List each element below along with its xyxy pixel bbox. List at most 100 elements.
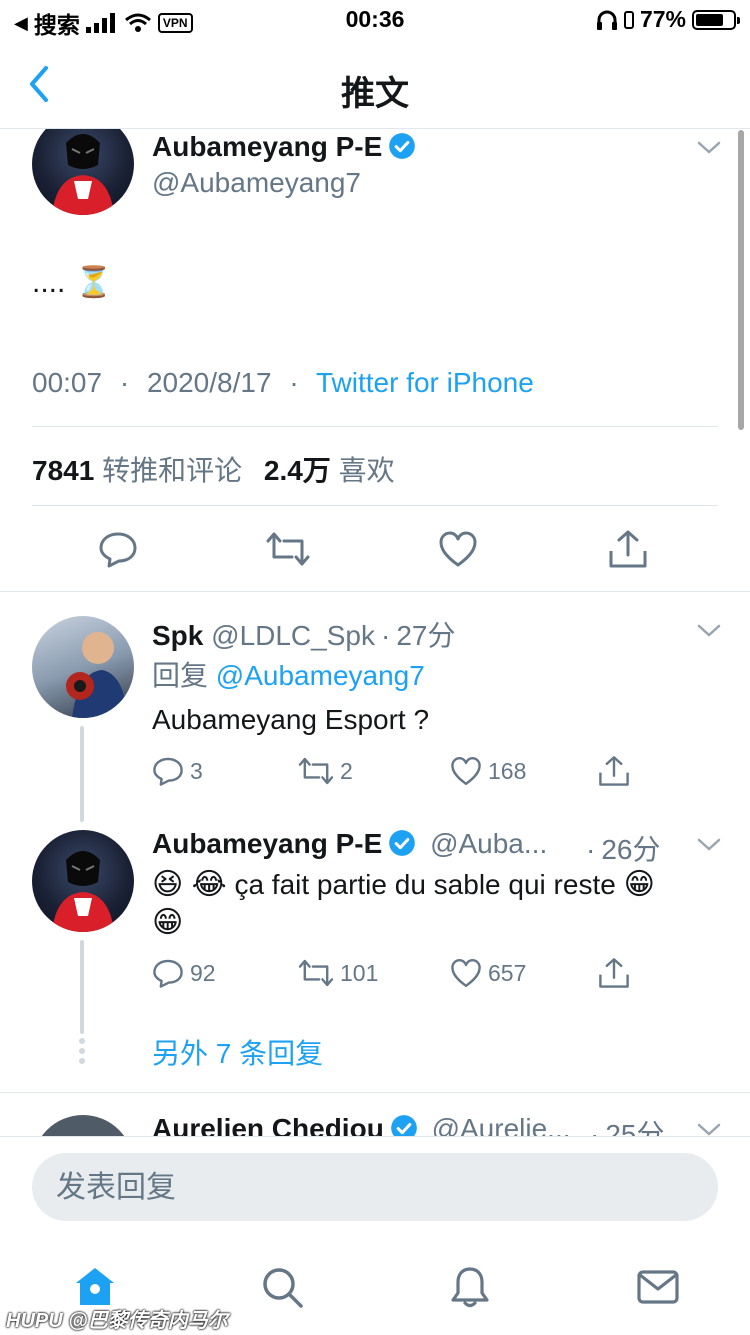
reply-action[interactable]: 3: [152, 755, 203, 787]
reply-compose[interactable]: [32, 1153, 718, 1221]
tweet-text-body: ....: [32, 265, 66, 299]
retweet-icon[interactable]: [298, 755, 334, 787]
like-count: 657: [488, 959, 527, 986]
orientation-lock-icon: [623, 10, 634, 29]
tweet-source-link[interactable]: Twitter for iPhone: [316, 367, 534, 398]
battery-percent: 77%: [639, 6, 686, 32]
search-icon[interactable]: [260, 1265, 304, 1309]
replying-to: 回复 @Aubameyang7: [152, 654, 425, 694]
retweet-action[interactable]: 101: [298, 957, 378, 989]
meta-separator: ·: [586, 834, 596, 865]
share-icon[interactable]: [598, 755, 630, 787]
watermark: HUPU @巴黎传奇内马尔: [6, 1310, 228, 1332]
reply-tweet: Aubameyang P-E @Auba... · 26分 😆 😂 ça fait…: [0, 822, 750, 1034]
author-handle[interactable]: @Aubameyang7: [152, 167, 361, 199]
author-name[interactable]: Aurelien Chediou: [152, 1113, 384, 1136]
avatar[interactable]: [32, 129, 134, 215]
nav-bar: 推文: [0, 40, 750, 129]
retweet-icon[interactable]: [298, 957, 334, 989]
more-replies-link[interactable]: 另外 7 条回复: [152, 1032, 323, 1072]
tweet-meta: 00:07 · 2020/8/17 · Twitter for iPhone: [32, 367, 534, 399]
author-name[interactable]: Spk: [152, 620, 203, 651]
main-tweet: Aubameyang P-E @Aubameyang7 .... ⏳ 00:07…: [0, 129, 750, 591]
chevron-down-icon[interactable]: [696, 832, 722, 858]
author-handle[interactable]: @LDLC_Spk: [211, 620, 375, 651]
share-action[interactable]: [598, 957, 630, 989]
battery-icon: [692, 9, 740, 30]
home-icon[interactable]: [73, 1265, 117, 1309]
tweet-text: .... ⏳: [32, 265, 113, 300]
notifications-icon[interactable]: [448, 1265, 492, 1309]
chevron-down-icon[interactable]: [696, 1117, 722, 1136]
reply-header: Spk @LDLC_Spk · 27分: [152, 614, 455, 654]
retweet-count: 2: [340, 757, 353, 784]
like-icon[interactable]: [450, 755, 482, 787]
meta-separator: ·: [289, 367, 299, 398]
avatar[interactable]: [32, 1115, 134, 1136]
share-action[interactable]: [598, 755, 630, 787]
reply-time-wrap: · 25分: [590, 1113, 664, 1136]
likes-stat[interactable]: 2.4万 喜欢: [264, 455, 395, 486]
reply-time-wrap: · 26分: [586, 828, 660, 868]
verified-badge-icon: [389, 830, 416, 856]
emoji: 😁: [152, 906, 184, 939]
reply-count: 3: [190, 757, 203, 784]
reply-icon[interactable]: [152, 957, 184, 989]
headphones-icon: [596, 10, 617, 30]
reply-time: 25分: [605, 1119, 665, 1136]
reply-tweet: Spk @LDLC_Spk · 27分 回复 @Aubameyang7 Aubame…: [0, 592, 750, 822]
divider: [32, 426, 718, 427]
reply-text: 😆 😂 ça fait partie du sable qui reste 😁 …: [152, 866, 718, 942]
status-bar: ◀ 搜索 VPN 00:36 77%: [0, 0, 750, 40]
like-icon[interactable]: [438, 529, 478, 569]
avatar[interactable]: [32, 830, 134, 932]
retweets-count[interactable]: 7841: [32, 455, 94, 486]
like-action[interactable]: 657: [450, 957, 526, 989]
retweets-stat[interactable]: 7841 转推和评论: [32, 455, 242, 486]
likes-count[interactable]: 2.4万: [264, 455, 331, 486]
reply-text: Aubameyang Esport ?: [152, 704, 430, 735]
retweets-label[interactable]: 转推和评论: [102, 455, 242, 486]
reply-actions: 3 2 168: [152, 754, 652, 788]
like-count: 168: [488, 757, 527, 784]
status-right: 77%: [596, 6, 740, 33]
author-name[interactable]: Aubameyang P-E: [152, 828, 382, 859]
verified-badge-icon: [390, 1115, 417, 1136]
author-name-text[interactable]: Aubameyang P-E: [152, 131, 382, 162]
avatar[interactable]: [32, 616, 134, 718]
divider: [32, 505, 718, 506]
reply-header: Aubameyang P-E @Auba...: [152, 828, 547, 860]
likes-label[interactable]: 喜欢: [339, 455, 395, 486]
retweet-count: 101: [340, 959, 379, 986]
author-name[interactable]: Aubameyang P-E: [152, 131, 416, 163]
chevron-down-icon[interactable]: [696, 135, 722, 161]
reply-text-body: ça fait partie du sable qui reste: [234, 869, 616, 900]
reply-icon[interactable]: [98, 529, 138, 569]
reply-action[interactable]: 92: [152, 957, 216, 989]
tweet-time: 00:07: [32, 367, 103, 398]
reply-icon[interactable]: [152, 755, 184, 787]
reply-time: 27分: [396, 620, 456, 651]
share-icon[interactable]: [608, 529, 648, 569]
emoji: 😁: [623, 868, 655, 901]
like-action[interactable]: 168: [450, 755, 526, 787]
meta-separator: ·: [590, 1119, 600, 1136]
chevron-down-icon[interactable]: [696, 618, 722, 644]
tweet-stats: 7841 转推和评论 2.4万 喜欢: [32, 449, 395, 489]
scrollbar[interactable]: [738, 130, 744, 430]
meta-separator: ·: [119, 367, 130, 398]
messages-icon[interactable]: [636, 1265, 680, 1309]
share-icon[interactable]: [598, 957, 630, 989]
retweet-action[interactable]: 2: [298, 755, 353, 787]
reply-time: 26分: [601, 834, 661, 865]
author-handle[interactable]: @Auba...: [430, 828, 547, 859]
tweet-date: 2020/8/17: [146, 367, 272, 398]
reply-input[interactable]: [32, 1153, 680, 1221]
like-icon[interactable]: [450, 957, 482, 989]
author-handle[interactable]: @Aurelie...: [432, 1113, 571, 1136]
reply-to-link[interactable]: @Aubameyang7: [216, 660, 425, 691]
page-title: 推文: [341, 75, 409, 113]
retweet-icon[interactable]: [266, 529, 310, 569]
reply-tweet: Aurelien Chediou @Aurelie... · 25分: [0, 1093, 750, 1136]
hourglass-emoji: ⏳: [75, 266, 113, 299]
